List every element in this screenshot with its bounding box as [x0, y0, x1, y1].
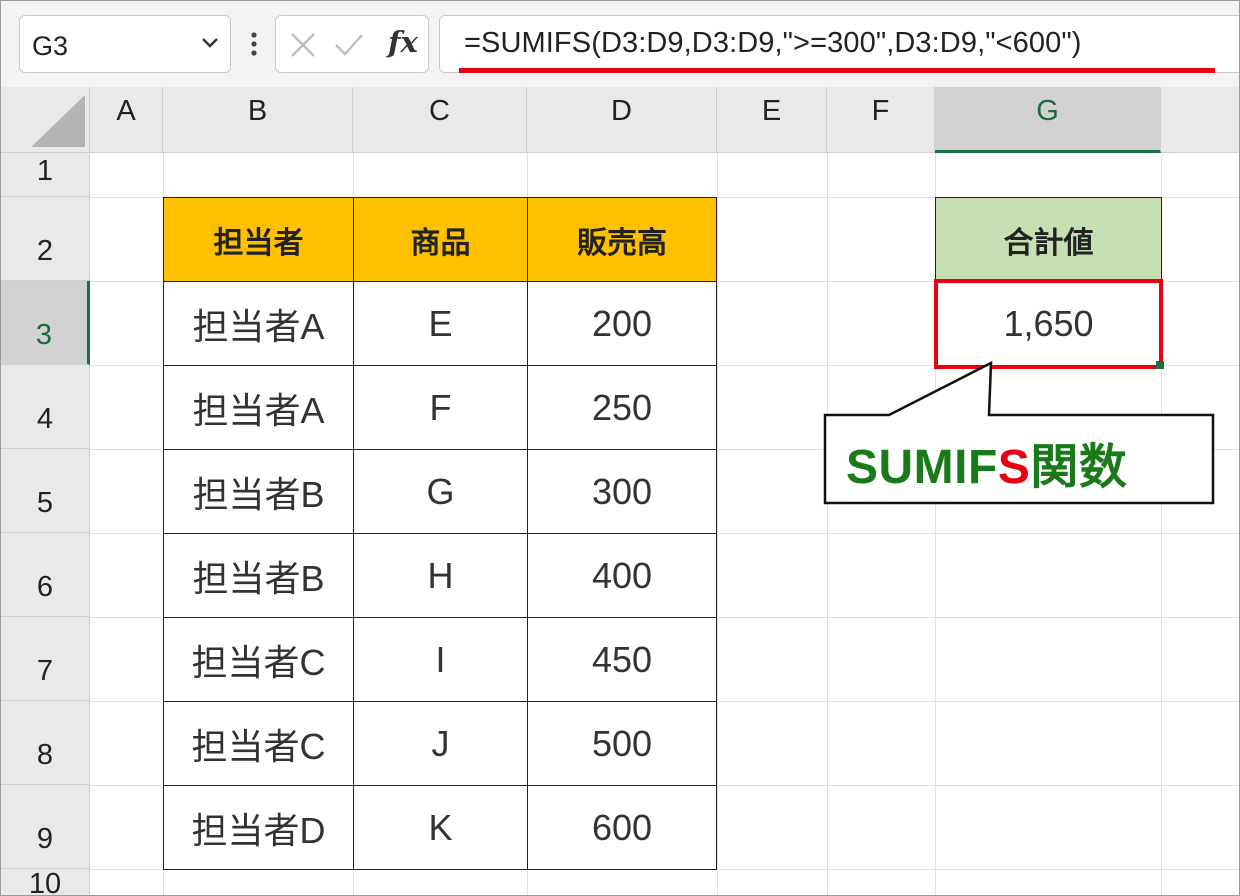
callout-text-part3: 関数: [1030, 441, 1128, 494]
callout-label: SUMIFS関数: [846, 427, 1127, 497]
callout-text-part1: SUMIF: [846, 441, 998, 494]
callout-text-part2: S: [997, 441, 1031, 494]
spreadsheet-window: G3 fx =SUMIFS(D3:D9,D3:D9,">=300",D3:D9,…: [0, 0, 1240, 896]
